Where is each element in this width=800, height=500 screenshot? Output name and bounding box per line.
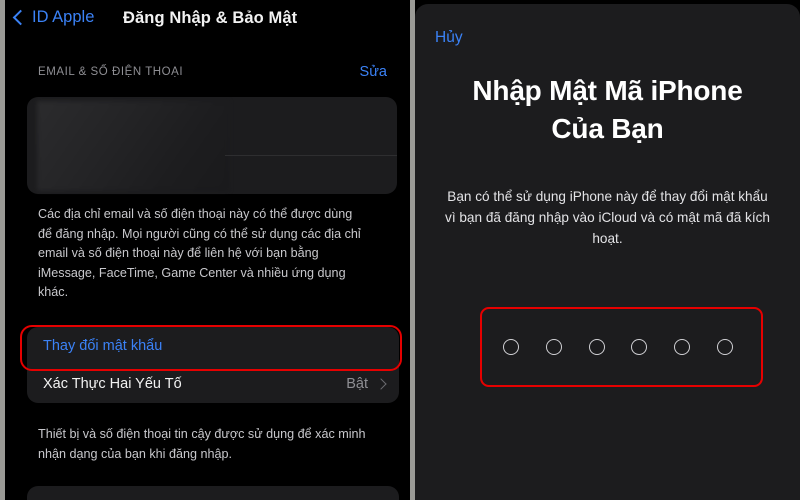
passcode-dot	[588, 339, 605, 355]
redacted-overlay	[37, 101, 229, 191]
passcode-dot	[545, 339, 562, 355]
security-options-card: Thay đổi mật khẩu Xác Thực Hai Yếu Tố Bậ…	[27, 327, 399, 403]
passcode-title-line-2: Của Bạn	[551, 113, 664, 144]
contact-description-text: Các địa chỉ email và số điện thoại này c…	[38, 207, 361, 299]
section-header: EMAIL & SỐ ĐIỆN THOẠI	[38, 66, 184, 78]
passcode-input[interactable]	[503, 337, 733, 357]
row-two-factor-auth-value: Bật	[346, 376, 368, 392]
passcode-sheet-title: Nhập Mật Mã iPhone Của Bạn	[415, 72, 800, 148]
signin-security-screen: ID Apple Đăng Nhập & Bảo Mật EMAIL & SỐ …	[5, 0, 405, 500]
card-separator	[225, 155, 397, 156]
edit-button[interactable]: Sửa	[360, 64, 387, 80]
row-two-factor-auth[interactable]: Xác Thực Hai Yếu Tố Bật	[27, 365, 399, 403]
passcode-dot	[674, 339, 691, 355]
partially-visible-card[interactable]	[27, 486, 399, 500]
passcode-sheet-screen: Hủy Nhập Mật Mã iPhone Của Bạn Bạn có th…	[415, 0, 800, 500]
chevron-left-icon	[12, 9, 29, 26]
back-button[interactable]: ID Apple	[12, 8, 95, 27]
row-change-password[interactable]: Thay đổi mật khẩu	[27, 327, 399, 365]
passcode-sheet: Hủy Nhập Mật Mã iPhone Của Bạn Bạn có th…	[415, 4, 800, 500]
passcode-title-line-1: Nhập Mật Mã iPhone	[472, 75, 743, 106]
row-two-factor-auth-right: Bật	[346, 376, 387, 392]
cancel-button[interactable]: Hủy	[435, 29, 463, 47]
screenshot-root: ID Apple Đăng Nhập & Bảo Mật EMAIL & SỐ …	[0, 0, 800, 500]
page-title: Đăng Nhập & Bảo Mật	[123, 9, 298, 27]
row-two-factor-auth-label: Xác Thực Hai Yếu Tố	[43, 376, 182, 392]
chevron-right-icon	[375, 378, 387, 390]
back-button-label: ID Apple	[32, 8, 95, 26]
passcode-dot	[631, 339, 648, 355]
row-change-password-label: Thay đổi mật khẩu	[43, 338, 163, 354]
passcode-sheet-description: Bạn có thể sử dụng iPhone này để thay đổ…	[445, 189, 770, 246]
passcode-dot	[716, 339, 733, 355]
two-factor-description-text: Thiết bị và số điện thoại tin cậy được s…	[38, 427, 366, 461]
passcode-dot	[503, 339, 519, 355]
contact-info-card[interactable]	[27, 97, 397, 194]
navigation-bar: ID Apple Đăng Nhập & Bảo Mật	[5, 0, 405, 48]
